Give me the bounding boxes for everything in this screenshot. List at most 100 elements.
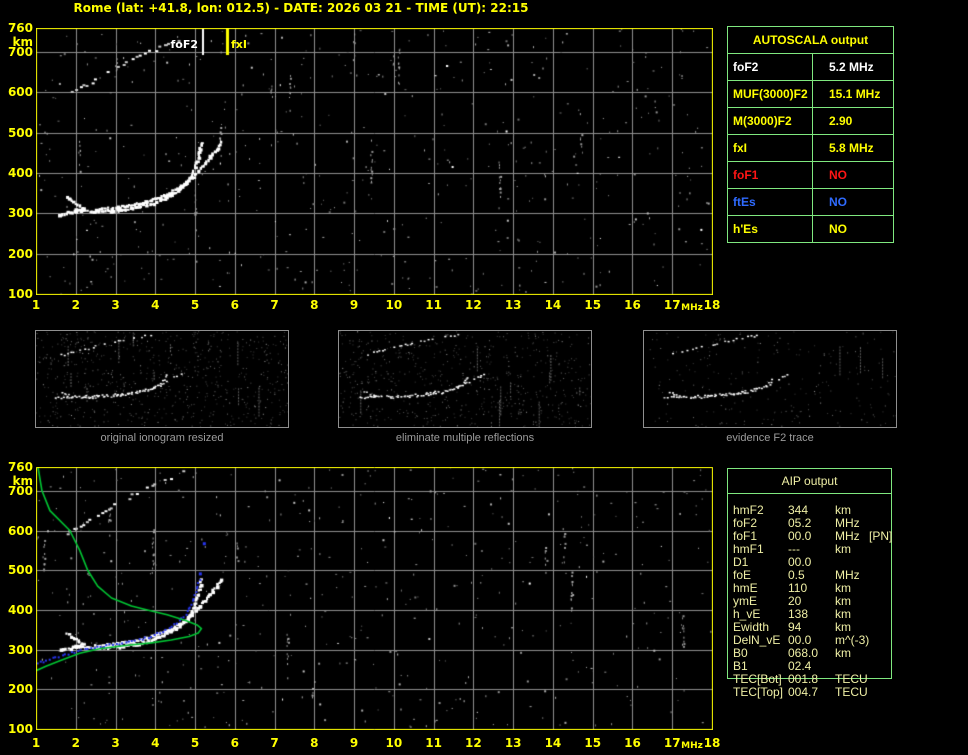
aip-row-unit: TECU bbox=[835, 685, 868, 699]
autoscala-row-value: 5.2 MHz bbox=[829, 60, 874, 74]
aip-row: D1 00.0 bbox=[733, 556, 892, 569]
autoscala-output-table: AUTOSCALA output foF2 5.2 MHz MUF(3000)F2 1… bbox=[727, 26, 894, 243]
aip-table-rows: hmF2 344 km foF2 05.2 MHz foF1 00.0 MHz [PN] hmF1-… bbox=[733, 504, 892, 699]
autoscala-row-label: fxI bbox=[728, 135, 813, 161]
x-tick-label: 1 bbox=[31, 736, 41, 750]
thumbnail-caption-f2trace: evidence F2 trace bbox=[726, 432, 814, 444]
autoscala-row-value: 15.1 MHz bbox=[829, 87, 881, 101]
autoscala-row-label: MUF(3000)F2 bbox=[728, 81, 813, 107]
x-tick-label: 5 bbox=[190, 298, 200, 312]
x-tick-label: 11 bbox=[425, 298, 442, 312]
x-tick-label: 13 bbox=[504, 298, 522, 312]
x-tick-label: 7 bbox=[270, 736, 279, 750]
autoscala-table-header: AUTOSCALA output bbox=[728, 27, 893, 54]
x-tick-label: 3 bbox=[111, 298, 120, 312]
x-tick-label: 12 bbox=[465, 298, 482, 312]
km-unit-label-top: km bbox=[12, 35, 33, 49]
autoscala-row: foF2 5.2 MHz bbox=[728, 54, 893, 81]
autoscala-row-value: 5.8 MHz bbox=[829, 141, 874, 155]
fof2-marker-label: foF2 bbox=[170, 38, 198, 51]
autoscala-row: MUF(3000)F2 15.1 MHz bbox=[728, 81, 893, 108]
y-tick-label: 600 bbox=[7, 523, 33, 538]
autoscala-row: foF1 NO bbox=[728, 162, 893, 189]
autoscala-screen: Rome (lat: +41.8, lon: 012.5) - DATE: 20… bbox=[0, 0, 968, 755]
mhz-unit-label-top: MHz bbox=[681, 303, 703, 313]
thumbnail-caption-reflections: eliminate multiple reflections bbox=[395, 432, 535, 444]
x-tick-label: 10 bbox=[385, 736, 403, 750]
x-tick-label: 18 bbox=[703, 298, 721, 312]
autoscala-row-label: ftEs bbox=[728, 189, 813, 215]
x-tick-label: 6 bbox=[230, 298, 239, 312]
page-title: Rome (lat: +41.8, lon: 012.5) - DATE: 20… bbox=[73, 1, 529, 15]
aip-row-value: 004.7 bbox=[788, 685, 819, 699]
x-tick-label: 14 bbox=[544, 736, 562, 750]
aip-table-header: AIP output bbox=[781, 474, 838, 488]
y-tick-label: 100 bbox=[7, 722, 33, 736]
autoscala-row-value: 2.90 bbox=[829, 114, 853, 128]
mhz-unit-label-bottom: MHz bbox=[681, 741, 703, 751]
km-unit-label-bottom: km bbox=[12, 474, 33, 488]
aip-row: TEC[Top] 004.7 TECU bbox=[733, 686, 892, 699]
y-tick-label: 760 bbox=[7, 21, 33, 35]
x-tick-label: 13 bbox=[504, 736, 522, 750]
y-tick-label: 760 bbox=[7, 460, 33, 474]
autoscala-row: M(3000)F2 2.90 bbox=[728, 108, 893, 135]
x-tick-label: 6 bbox=[230, 736, 239, 750]
x-tick-label: 16 bbox=[624, 736, 641, 750]
autoscala-row-label: M(3000)F2 bbox=[728, 108, 813, 134]
ionogram-canvas-bottom bbox=[36, 467, 713, 730]
x-tick-label: 5 bbox=[190, 736, 200, 750]
autoscala-row: fxI 5.8 MHz bbox=[728, 135, 893, 162]
thumbnail-canvas-original bbox=[36, 331, 288, 427]
aip-row: hmF1 --- km bbox=[733, 543, 892, 556]
thumbnail-original-ionogram bbox=[35, 330, 289, 428]
y-tick-label: 400 bbox=[7, 602, 33, 617]
y-tick-label: 500 bbox=[7, 563, 33, 578]
x-tick-label: 4 bbox=[151, 298, 160, 312]
autoscala-row-label: foF2 bbox=[728, 54, 813, 80]
x-tick-label: 14 bbox=[544, 298, 562, 312]
aip-row: B0 068.0 km bbox=[733, 647, 892, 660]
autoscala-row-value: NO bbox=[829, 222, 847, 236]
autoscala-row-value: NO bbox=[829, 195, 847, 209]
x-tick-label: 9 bbox=[349, 736, 359, 750]
y-tick-label: 300 bbox=[7, 642, 33, 657]
thumbnail-multiple-reflections bbox=[338, 330, 592, 428]
x-tick-label: 15 bbox=[584, 736, 602, 750]
fxi-marker-label: fxI bbox=[231, 38, 247, 51]
autoscala-row-label: foF1 bbox=[728, 162, 813, 188]
aip-output-table: AIP output hmF2 344 km foF2 05.2 MHz foF1 00.0 M… bbox=[727, 468, 892, 708]
thumbnail-caption-original: original ionogram resized bbox=[100, 432, 224, 444]
autoscala-row-label: h'Es bbox=[728, 216, 813, 242]
x-tick-label: 9 bbox=[349, 298, 359, 312]
autoscala-row: ftEs NO bbox=[728, 189, 893, 216]
x-tick-label: 2 bbox=[71, 736, 80, 750]
x-tick-label: 10 bbox=[385, 298, 403, 312]
x-tick-label: 8 bbox=[310, 736, 319, 750]
aip-row-unit: km bbox=[835, 542, 851, 556]
y-tick-label: 200 bbox=[7, 246, 33, 261]
x-tick-label: 7 bbox=[270, 298, 279, 312]
x-tick-label: 2 bbox=[71, 298, 80, 312]
aip-row-unit: km bbox=[835, 646, 851, 660]
y-tick-label: 500 bbox=[7, 125, 33, 140]
aip-row-extra: [PN] bbox=[869, 529, 893, 543]
thumbnail-canvas-f2trace bbox=[644, 331, 896, 427]
x-tick-label: 11 bbox=[425, 736, 442, 750]
x-tick-label: 3 bbox=[111, 736, 120, 750]
y-tick-label: 200 bbox=[7, 682, 33, 697]
y-tick-label: 300 bbox=[7, 206, 33, 221]
ionogram-canvas-top bbox=[36, 28, 713, 295]
x-tick-label: 12 bbox=[465, 736, 482, 750]
x-tick-label: 18 bbox=[703, 736, 721, 750]
thumbnail-canvas-reflections bbox=[339, 331, 591, 427]
aip-row-label: TEC[Top] bbox=[733, 685, 784, 699]
x-tick-label: 16 bbox=[624, 298, 641, 312]
thumbnail-f2-trace bbox=[643, 330, 897, 428]
y-tick-label: 400 bbox=[7, 166, 33, 181]
x-tick-label: 1 bbox=[31, 298, 41, 312]
autoscala-row-value: NO bbox=[829, 168, 847, 182]
y-tick-label: 600 bbox=[7, 85, 33, 100]
aip-header-divider bbox=[727, 493, 892, 494]
x-tick-label: 4 bbox=[151, 736, 160, 750]
